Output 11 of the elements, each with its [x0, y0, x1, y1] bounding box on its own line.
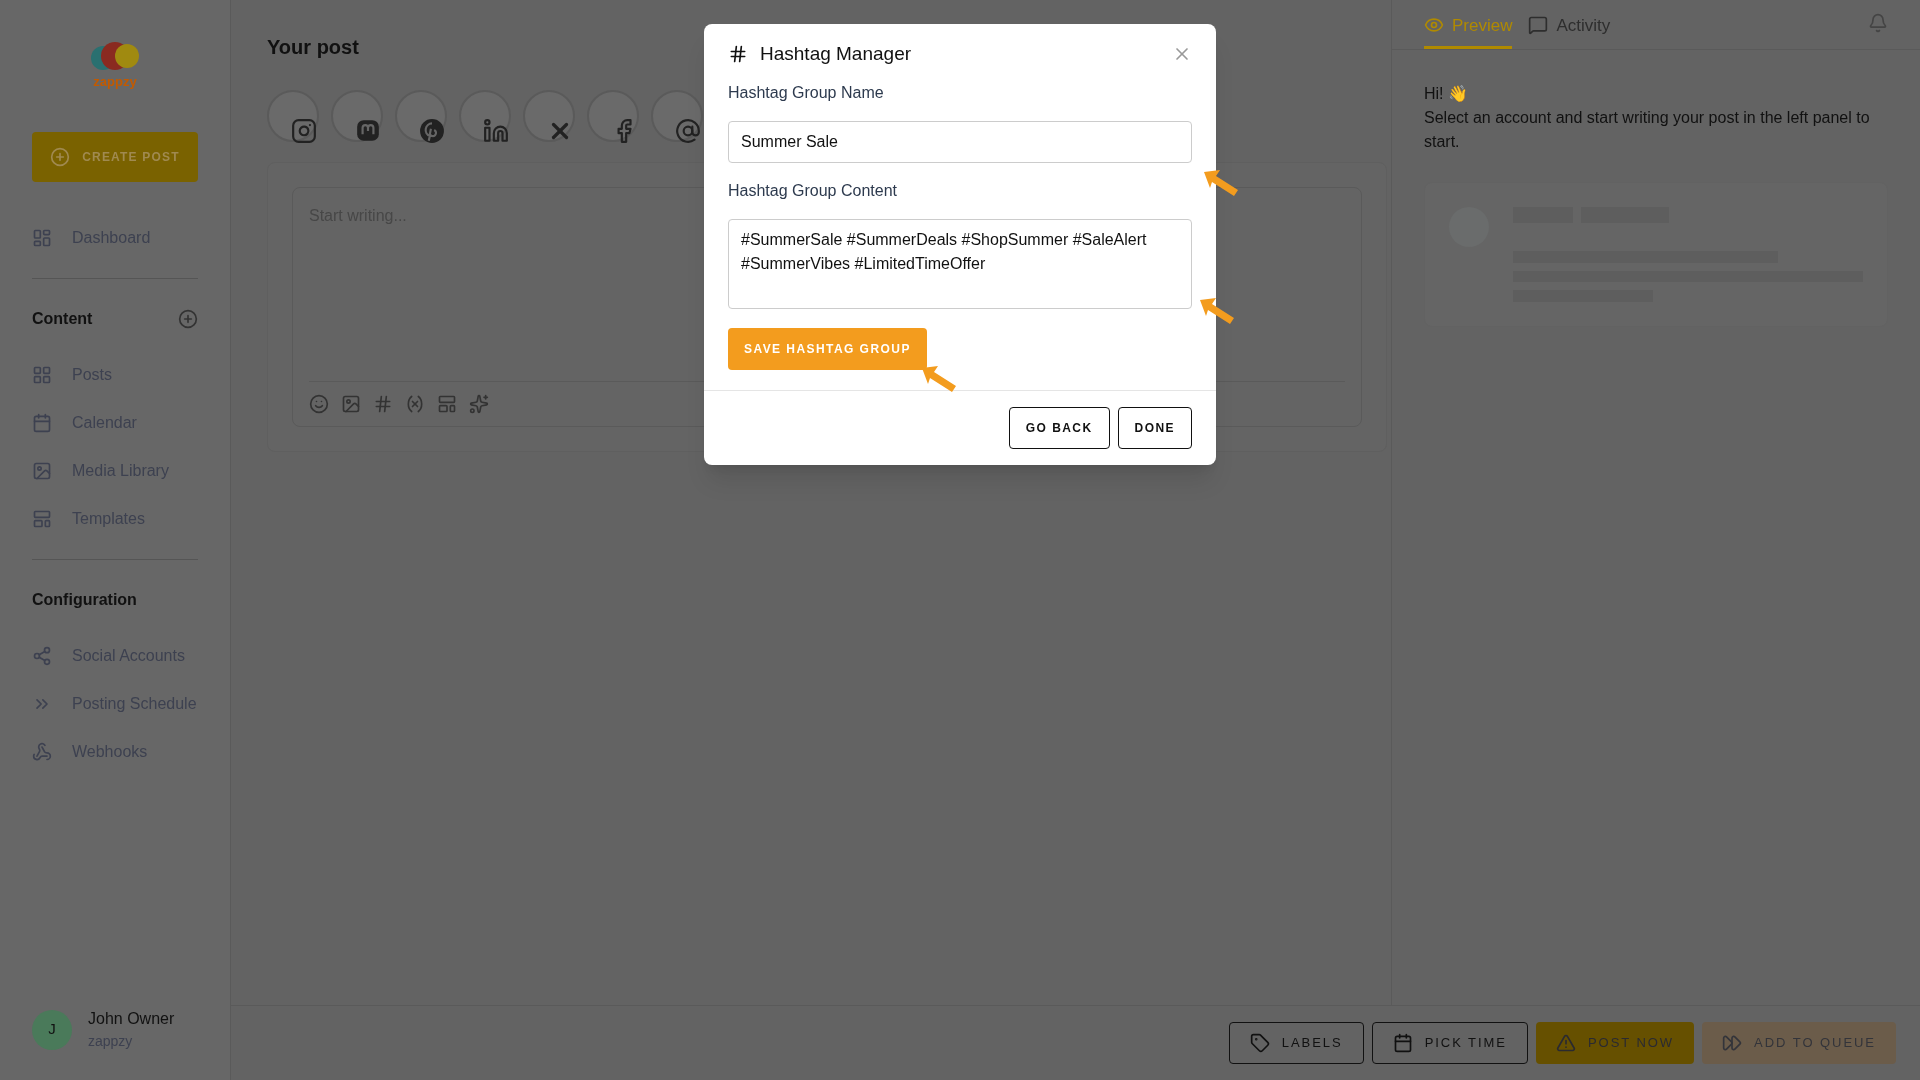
user-name: John Owner: [88, 1009, 175, 1029]
dialog-title: Hashtag Manager: [760, 42, 912, 66]
section-title: Content: [32, 308, 93, 329]
avatar: J: [32, 1009, 72, 1050]
field-label: Hashtag Group Name: [728, 82, 885, 103]
logo-text: zappzy: [93, 73, 137, 91]
page-title: Your post: [267, 35, 359, 60]
field-label: Hashtag Group Content: [728, 180, 898, 201]
instruction-text: Select an account and start writing your post in the left panel to start.: [1424, 108, 1871, 152]
section-title: Configuration: [32, 589, 137, 610]
greeting-text: Hi! 👋: [1424, 84, 1469, 104]
